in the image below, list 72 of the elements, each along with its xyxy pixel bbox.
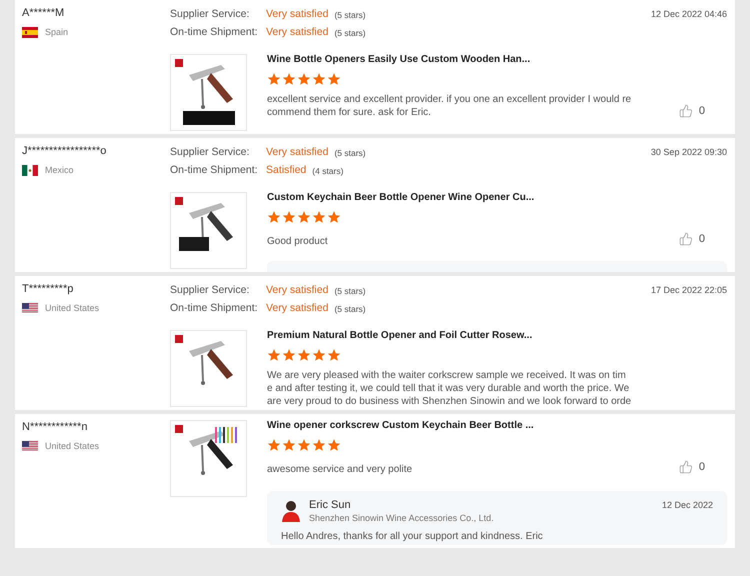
thumbs-up-icon[interactable] [678,460,693,474]
rating-label: Supplier Service: [170,7,250,22]
star-icon [297,72,311,86]
buyer-name: J*****************o [22,144,108,158]
buyer-name: T*********p [22,282,74,296]
review-date: 30 Sep 2022 09:30 [650,146,727,160]
product-title: Wine opener corkscrew Custom Keychain Beer Bottle ... [267,420,535,432]
flag-icon [22,165,38,176]
thumbs-up-icon[interactable] [678,232,693,246]
review-date: 17 Dec 2022 22:05 [650,284,727,298]
reply-date: 12 Dec 2022 [662,498,713,512]
buyer-name: A******M [22,6,66,20]
rating-value: Very satisfied [266,7,328,22]
product-title: Wine Bottle Openers Easily Use Custom Wooden Han... [267,54,532,66]
star-icon [327,210,341,224]
star-icon [327,438,341,452]
product-title: Custom Keychain Beer Bottle Opener Wine Opener Cu... [267,192,536,204]
star-icon [312,348,326,362]
rating-value: Very satisfied [266,283,328,298]
rating-value: Very satisfied [266,25,328,40]
review-text: Good product [267,234,328,248]
like-count: 0 [698,104,705,118]
rating-value: Satisfied [266,163,306,178]
review-date: 12 Dec 2022 04:46 [650,8,727,22]
company-name: Shenzhen Sinowin Wine Accessories Co., Ltd. [309,512,495,524]
avatar-icon [281,500,301,524]
star-icon [267,348,281,362]
star-icon [312,72,326,86]
star-icon [327,348,341,362]
star-icon [297,210,311,224]
star-icon [297,348,311,362]
star-count: (5 stars) [334,284,366,298]
star-count: (4 stars) [312,164,344,178]
replier-name: Eric Sun [309,498,352,512]
star-count: (5 stars) [334,26,366,40]
review-text: awesome service and very polite [267,462,412,476]
rating-label: Supplier Service: [170,283,250,298]
rating-value: Very satisfied [266,145,328,160]
rating-value: Very satisfied [266,301,328,316]
star-icon [267,210,281,224]
rating-label: On-time Shipment: [170,163,259,178]
star-count: (5 stars) [334,8,366,22]
flag-icon [22,27,38,38]
star-icon [282,210,296,224]
star-icon [282,348,296,362]
star-icon [312,210,326,224]
star-icon [282,72,296,86]
reply-text: Hello Andres, thanks for all your support and kindness. Eric [281,530,544,542]
star-icon [327,72,341,86]
flag-icon [22,303,38,314]
country-name: Mexico [45,164,74,177]
like-count: 0 [698,460,705,475]
star-icon [312,438,326,452]
country-name: United States [45,302,100,315]
review-text: We are very pleased with the waiter corkscrew sample we received. It was on tim e and after testing it, we could tell that it was very durable and worth the price. We are very proud to do business with Shenzhen Sinowin and we look forward to orde [267,369,632,408]
product-title: Premium Natural Bottle Opener and Foil Cutter Rosew... [267,330,534,342]
buyer-name: N************n [22,420,88,434]
star-icon [267,72,281,86]
star-icon [297,438,311,452]
rating-label: On-time Shipment: [170,301,259,316]
star-count: (5 stars) [334,302,366,316]
rating-label: Supplier Service: [170,145,250,160]
like-count: 0 [698,232,705,247]
country-name: Spain [45,26,68,39]
star-count: (5 stars) [334,146,366,160]
thumbs-up-icon[interactable] [678,104,693,118]
star-icon [282,438,296,452]
rating-label: On-time Shipment: [170,25,259,40]
flag-icon [22,441,38,452]
star-icon [267,438,281,452]
country-name: United States [45,440,100,453]
review-text: excellent service and excellent provider. if you one an excellent provider I would re commend them for sure. ask for Eric. [267,93,632,119]
